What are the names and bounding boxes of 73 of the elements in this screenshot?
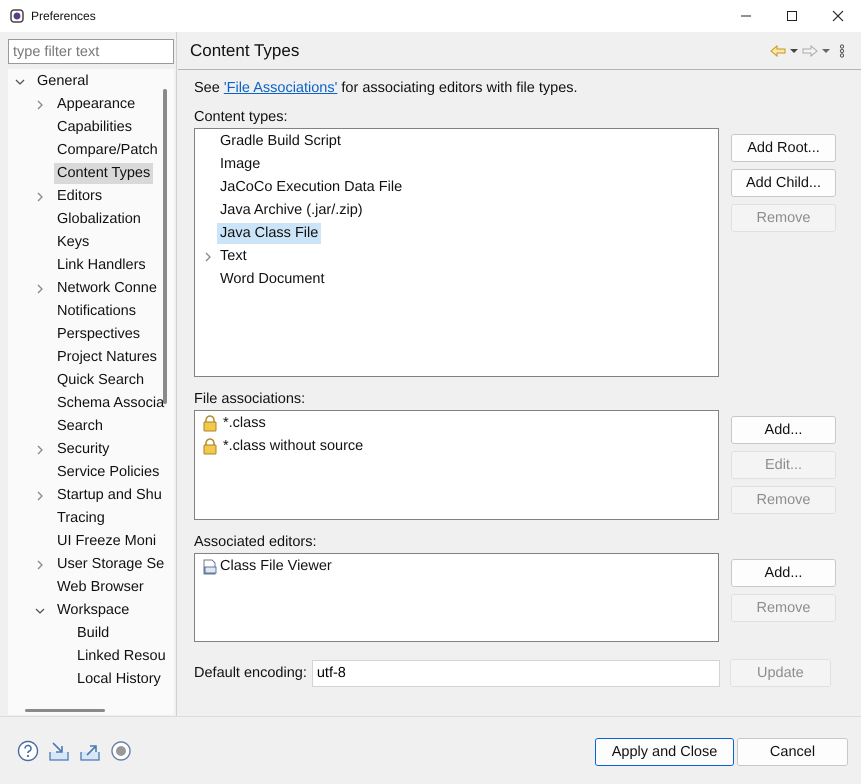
action-button[interactable]: Add Child...: [731, 169, 836, 197]
record-button[interactable]: [110, 740, 132, 762]
dialog-button[interactable]: Apply and Close: [595, 738, 734, 766]
tree-item[interactable]: General: [34, 71, 92, 92]
list-item[interactable]: Java Class File: [217, 223, 322, 244]
back-icon: [770, 44, 786, 58]
help-button[interactable]: [17, 740, 39, 762]
tree-item[interactable]: Service Policies: [54, 462, 162, 483]
dropdown-button[interactable]: [821, 48, 831, 52]
list-item[interactable]: Gradle Build Script: [217, 131, 344, 152]
tree-item[interactable]: Content Types: [54, 163, 154, 184]
list-item[interactable]: Text: [217, 246, 250, 267]
forward-icon: [802, 44, 818, 58]
file-associations-link[interactable]: 'File Associations': [224, 80, 338, 96]
list-item[interactable]: JaCoCo Execution Data File: [217, 177, 406, 198]
tree-item[interactable]: Link Handlers: [54, 255, 149, 276]
tree-item[interactable]: Workspace: [54, 600, 132, 621]
scrollbar-thumb[interactable]: [25, 709, 105, 712]
tree-item[interactable]: Linked Resou: [74, 646, 169, 667]
dropdown-icon: [790, 48, 798, 52]
tree-item[interactable]: User Storage Se: [54, 554, 168, 575]
tree-item[interactable]: Keys: [54, 232, 92, 253]
class-file-icon: [201, 558, 217, 575]
tree-item[interactable]: Web Browser: [54, 577, 147, 598]
import-button[interactable]: [48, 740, 70, 762]
tree-item[interactable]: Local History: [74, 669, 164, 690]
tree-item[interactable]: Project Natures: [54, 347, 160, 368]
maximize-icon: [786, 10, 798, 22]
action-button[interactable]: Add...: [731, 559, 836, 587]
scrollbar-thumb[interactable]: [163, 89, 167, 404]
tree-item[interactable]: Appearance: [54, 94, 138, 115]
dialog-button[interactable]: Cancel: [737, 738, 848, 766]
tree-item[interactable]: Build: [74, 623, 112, 644]
tree-item[interactable]: UI Freeze Moni: [54, 531, 160, 552]
tree-item[interactable]: Notifications: [54, 301, 139, 322]
action-button[interactable]: Add Root...: [731, 134, 836, 162]
section-label: File associations:: [194, 390, 306, 409]
tree-item[interactable]: Network Conne: [54, 278, 160, 299]
tree-item[interactable]: Capabilities: [54, 117, 135, 138]
filter-field[interactable]: type filter text: [8, 39, 174, 64]
field-label: Default encoding:: [194, 665, 307, 681]
tree-item[interactable]: Security: [54, 439, 112, 460]
tree-item[interactable]: Startup and Shu: [54, 485, 165, 506]
list-item[interactable]: *.class: [220, 413, 269, 434]
tree-item[interactable]: Editors: [54, 186, 106, 207]
tree-item[interactable]: Compare/Patch: [54, 140, 161, 161]
list-item[interactable]: Class File Viewer: [217, 556, 335, 577]
tree-item[interactable]: Schema Associa: [54, 393, 168, 414]
list-item[interactable]: Word Document: [217, 269, 328, 290]
tree-item[interactable]: Globalization: [54, 209, 144, 230]
list-item[interactable]: Image: [217, 154, 264, 175]
action-button[interactable]: Add...: [731, 416, 836, 444]
lock-icon: [202, 415, 218, 432]
list-item[interactable]: Java Archive (.jar/.zip): [217, 200, 366, 221]
tree-item[interactable]: Quick Search: [54, 370, 148, 391]
tree-item[interactable]: Perspectives: [54, 324, 144, 345]
encoding-field[interactable]: utf-8: [312, 660, 720, 686]
dropdown-button[interactable]: [789, 48, 799, 52]
section-label: Content types:: [194, 108, 288, 127]
dropdown-icon: [822, 48, 830, 52]
close-icon: [832, 10, 844, 22]
list-item[interactable]: *.class without source: [220, 436, 366, 457]
window-title: Preferences: [31, 9, 97, 23]
intro-text: for associating editors with file types.: [340, 80, 578, 96]
import-icon: [48, 740, 70, 762]
page-title: Content Types: [190, 40, 300, 60]
section-label: Associated editors:: [194, 533, 318, 552]
help-icon: [17, 740, 39, 762]
tree-item[interactable]: Search: [54, 416, 106, 437]
record-icon: [110, 740, 132, 762]
intro-text: See: [194, 80, 221, 96]
lock-icon: [202, 438, 218, 455]
tree-item[interactable]: Tracing: [54, 508, 108, 529]
